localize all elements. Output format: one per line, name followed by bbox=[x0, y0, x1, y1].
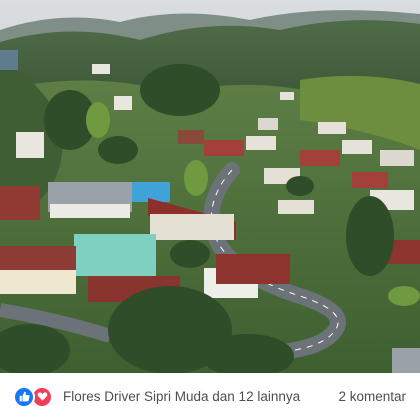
reactions-bar: Flores Driver Sipri Muda dan 12 lainnya … bbox=[0, 373, 420, 420]
post-photo[interactable] bbox=[0, 0, 420, 373]
reactors-summary[interactable]: Flores Driver Sipri Muda dan 12 lainnya bbox=[63, 389, 300, 404]
comments-count[interactable]: 2 komentar bbox=[338, 389, 406, 404]
hillside-town-image bbox=[0, 0, 420, 373]
like-icon bbox=[13, 385, 35, 408]
reaction-icons[interactable] bbox=[13, 385, 61, 409]
